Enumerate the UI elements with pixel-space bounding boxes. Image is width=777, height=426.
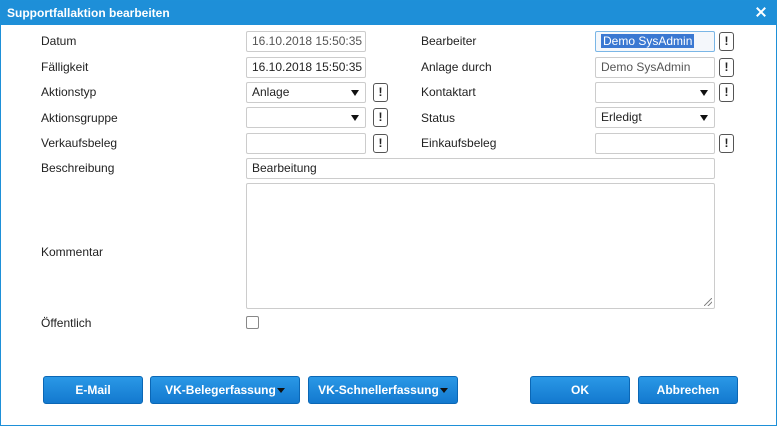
faelligkeit-label: Fälligkeit (41, 60, 89, 74)
ok-button[interactable]: OK (530, 376, 630, 404)
aktionsgruppe-label: Aktionsgruppe (41, 111, 118, 125)
chevron-down-icon (351, 90, 359, 96)
bearbeiter-value: Demo SysAdmin (601, 34, 695, 48)
beschreibung-field[interactable]: Bearbeitung (246, 158, 715, 179)
caret-down-icon (439, 388, 448, 394)
verkaufsbeleg-info-button[interactable]: ! (373, 134, 388, 153)
chevron-down-icon (700, 90, 708, 96)
kontaktart-select[interactable] (595, 82, 715, 103)
faelligkeit-field[interactable]: 16.10.2018 15:50:35 (246, 57, 366, 78)
status-value: Erledigt (601, 110, 642, 124)
dialog-title: Supportfallaktion bearbeiten (7, 6, 170, 20)
chevron-down-icon (700, 115, 708, 121)
vk-schnellerfassung-button[interactable]: VK-Schnellerfassung (308, 376, 458, 404)
vk-belegerfassung-button[interactable]: VK-Belegerfassung (150, 376, 300, 404)
chevron-down-icon (351, 115, 359, 121)
datum-field[interactable]: 16.10.2018 15:50:35 (246, 31, 366, 52)
caret-down-icon (276, 388, 285, 394)
kontaktart-label: Kontaktart (421, 85, 476, 99)
beschreibung-label: Beschreibung (41, 161, 115, 175)
vk-schnellerfassung-label: VK-Schnellerfassung (318, 383, 439, 397)
einkaufsbeleg-field[interactable] (595, 133, 715, 154)
vk-belegerfassung-label: VK-Belegerfassung (165, 383, 276, 397)
abbrechen-button[interactable]: Abbrechen (638, 376, 738, 404)
aktionsgruppe-info-button[interactable]: ! (373, 108, 388, 127)
anlage-durch-info-button[interactable]: ! (719, 58, 734, 77)
aktionstyp-info-button[interactable]: ! (373, 83, 388, 102)
oeffentlich-checkbox[interactable] (246, 316, 259, 329)
oeffentlich-label: Öffentlich (41, 316, 92, 330)
verkaufsbeleg-label: Verkaufsbeleg (41, 136, 118, 150)
status-select[interactable]: Erledigt (595, 107, 715, 128)
bearbeiter-info-button[interactable]: ! (719, 32, 734, 51)
kontaktart-info-button[interactable]: ! (719, 83, 734, 102)
anlage-durch-field[interactable]: Demo SysAdmin (595, 57, 715, 78)
kommentar-textarea[interactable] (246, 183, 715, 309)
anlage-durch-label: Anlage durch (421, 60, 492, 74)
einkaufsbeleg-label: Einkaufsbeleg (421, 136, 497, 150)
aktionsgruppe-select[interactable] (246, 107, 366, 128)
kommentar-label: Kommentar (41, 245, 104, 259)
aktionstyp-label: Aktionstyp (41, 85, 97, 99)
verkaufsbeleg-field[interactable] (246, 133, 366, 154)
ok-button-label: OK (571, 383, 589, 397)
einkaufsbeleg-info-button[interactable]: ! (719, 134, 734, 153)
email-button-label: E-Mail (75, 383, 111, 397)
status-label: Status (421, 111, 456, 125)
datum-label: Datum (41, 34, 77, 48)
support-action-dialog: Supportfallaktion bearbeiten Datum Fälli… (0, 0, 777, 426)
bearbeiter-label: Bearbeiter (421, 34, 477, 48)
close-icon[interactable] (754, 5, 768, 19)
resize-grip-icon[interactable] (704, 298, 712, 306)
bearbeiter-field[interactable]: Demo SysAdmin (595, 31, 715, 52)
dialog-titlebar: Supportfallaktion bearbeiten (1, 1, 776, 25)
aktionstyp-value: Anlage (252, 85, 290, 99)
email-button[interactable]: E-Mail (43, 376, 143, 404)
abbrechen-button-label: Abbrechen (656, 383, 720, 397)
aktionstyp-select[interactable]: Anlage (246, 82, 366, 103)
